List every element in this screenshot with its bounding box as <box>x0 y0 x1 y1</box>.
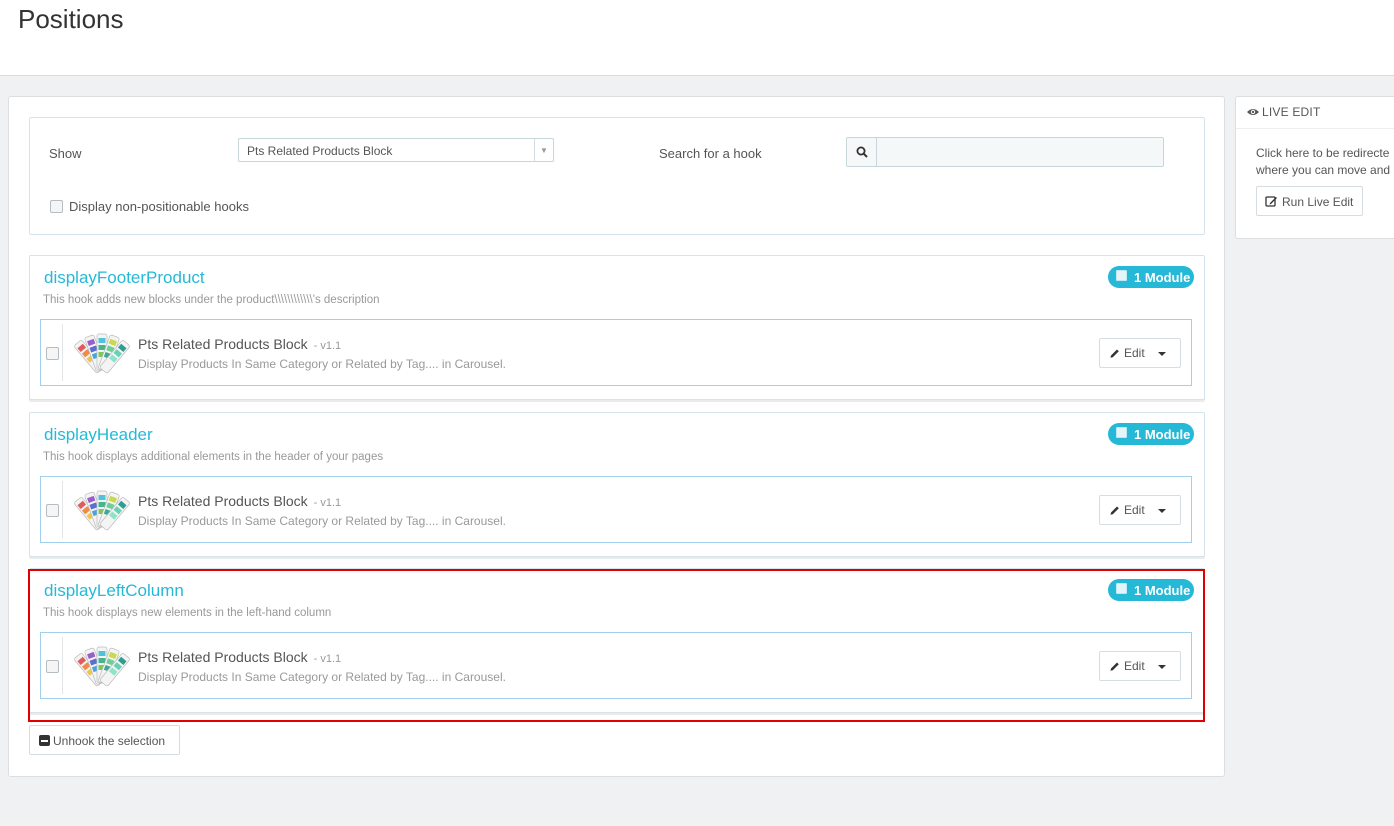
hook-panel-displayLeftColumn: displayLeftColumn 1 Module This hook dis… <box>29 568 1205 713</box>
filter-box: Show Pts Related Products Block ▼ Search… <box>29 117 1205 235</box>
module-version: - v1.1 <box>313 653 342 665</box>
module-name: Pts Related Products Block - v1.1 <box>138 336 342 352</box>
hook-title[interactable]: displayHeader <box>44 425 153 445</box>
hook-title[interactable]: displayLeftColumn <box>44 581 184 601</box>
eye-icon <box>1247 109 1259 115</box>
module-select[interactable]: Pts Related Products Block ▼ <box>238 138 554 162</box>
page-title: Positions <box>18 4 124 34</box>
live-edit-text-2: where you can move and <box>1256 163 1391 177</box>
hook-description: This hook displays new elements in the l… <box>43 607 332 619</box>
search-hook-input[interactable] <box>877 138 1163 166</box>
live-edit-text-1: Click here to be redirecte <box>1256 146 1390 160</box>
hook-description: This hook adds new blocks under the prod… <box>43 294 380 306</box>
color-palette-icon <box>74 333 130 374</box>
module-row[interactable]: Pts Related Products Block - v1.1 Display… <box>40 632 1192 699</box>
module-description: Display Products In Same Category or Rel… <box>138 357 506 371</box>
module-checkbox[interactable] <box>46 347 59 360</box>
live-edit-title: LIVE EDIT <box>1262 105 1321 119</box>
non-positionable-label: Display non-positionable hooks <box>69 199 249 214</box>
non-positionable-checkbox[interactable] <box>50 200 63 213</box>
module-select-value: Pts Related Products Block <box>247 144 393 158</box>
color-palette-icon <box>74 646 130 687</box>
search-hook-label: Search for a hook <box>659 146 762 161</box>
pencil-icon <box>1110 349 1119 358</box>
square-icon <box>1116 426 1127 438</box>
square-icon <box>1116 269 1127 281</box>
module-name: Pts Related Products Block - v1.1 <box>138 493 342 509</box>
edit-button[interactable]: Edit <box>1099 651 1181 681</box>
module-version: - v1.1 <box>313 497 342 509</box>
module-description: Display Products In Same Category or Rel… <box>138 670 506 684</box>
hook-description: This hook displays additional elements i… <box>43 451 384 463</box>
positions-panel: Show Pts Related Products Block ▼ Search… <box>8 96 1225 777</box>
run-live-edit-button[interactable]: Run Live Edit <box>1256 186 1363 216</box>
chevron-down-icon: ▼ <box>534 139 553 161</box>
page-header: Positions <box>0 0 1394 76</box>
unhook-selection-button[interactable]: Unhook the selection <box>29 725 180 755</box>
module-checkbox[interactable] <box>46 504 59 517</box>
edit-button[interactable]: Edit <box>1099 338 1181 368</box>
live-edit-header: LIVE EDIT <box>1236 97 1394 129</box>
live-edit-panel: LIVE EDIT Click here to be redirecte whe… <box>1235 96 1394 239</box>
module-version: - v1.1 <box>313 340 342 352</box>
module-name: Pts Related Products Block - v1.1 <box>138 649 342 665</box>
color-palette-icon <box>74 490 130 531</box>
row-divider <box>62 481 63 538</box>
module-row[interactable]: Pts Related Products Block - v1.1 Display… <box>40 476 1192 543</box>
hook-panel-displayHeader: displayHeader 1 Module This hook display… <box>29 412 1205 557</box>
module-checkbox[interactable] <box>46 660 59 673</box>
square-icon <box>1116 582 1127 594</box>
minus-square-icon <box>39 735 50 746</box>
module-row[interactable]: Pts Related Products Block - v1.1 Display… <box>40 319 1192 386</box>
show-label: Show <box>49 146 82 161</box>
search-icon <box>847 138 877 166</box>
caret-down-icon[interactable] <box>1158 509 1166 513</box>
edit-button[interactable]: Edit <box>1099 495 1181 525</box>
row-divider <box>62 637 63 694</box>
hook-title[interactable]: displayFooterProduct <box>44 268 205 288</box>
module-count-badge: 1 Module <box>1108 423 1194 445</box>
caret-down-icon[interactable] <box>1158 352 1166 356</box>
module-description: Display Products In Same Category or Rel… <box>138 514 506 528</box>
caret-down-icon[interactable] <box>1158 665 1166 669</box>
pencil-icon <box>1110 506 1119 515</box>
external-edit-icon <box>1265 196 1277 207</box>
module-count-badge: 1 Module <box>1108 579 1194 601</box>
module-count-badge: 1 Module <box>1108 266 1194 288</box>
row-divider <box>62 324 63 381</box>
search-hook-group <box>846 137 1164 167</box>
pencil-icon <box>1110 662 1119 671</box>
hook-panel-displayFooterProduct: displayFooterProduct 1 Module This hook … <box>29 255 1205 400</box>
